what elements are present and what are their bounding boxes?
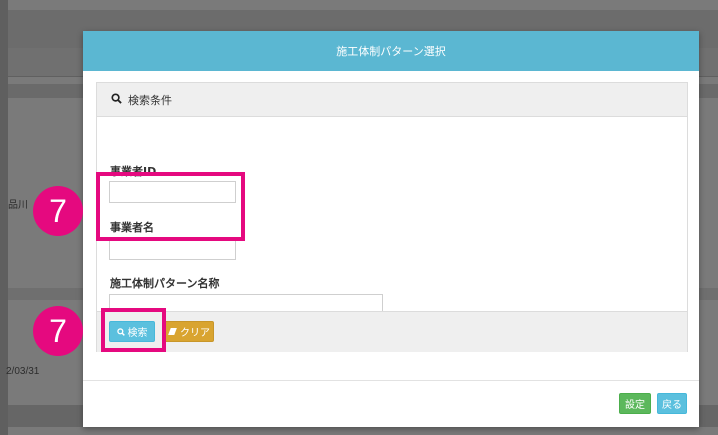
- modal-title: 施工体制パターン選択: [336, 45, 446, 58]
- step-badge-search: 7: [33, 306, 83, 356]
- search-icon: [111, 92, 122, 107]
- operator-name-input[interactable]: [109, 238, 236, 260]
- modal-footer-divider: [83, 380, 699, 381]
- background-text-fragment: 品川: [8, 200, 28, 211]
- background-date-fragment: 2/03/31: [6, 366, 40, 377]
- panel-footer: 検索 クリア: [97, 311, 687, 352]
- ok-button[interactable]: 設定: [619, 393, 651, 414]
- panel-heading: 検索条件: [97, 83, 687, 117]
- pattern-name-label: 施工体制パターン名称: [110, 277, 220, 290]
- modal-header: 施工体制パターン選択: [83, 31, 699, 71]
- clear-button-label: クリア: [180, 328, 210, 339]
- highlight-operator-name: [96, 172, 245, 241]
- eraser-icon: [168, 328, 177, 335]
- clear-button[interactable]: クリア: [164, 321, 214, 342]
- step-badge-operator-name: 7: [33, 186, 83, 236]
- highlight-search-button: [101, 308, 166, 352]
- back-button[interactable]: 戻る: [657, 393, 687, 414]
- panel-title: 検索条件: [128, 93, 172, 107]
